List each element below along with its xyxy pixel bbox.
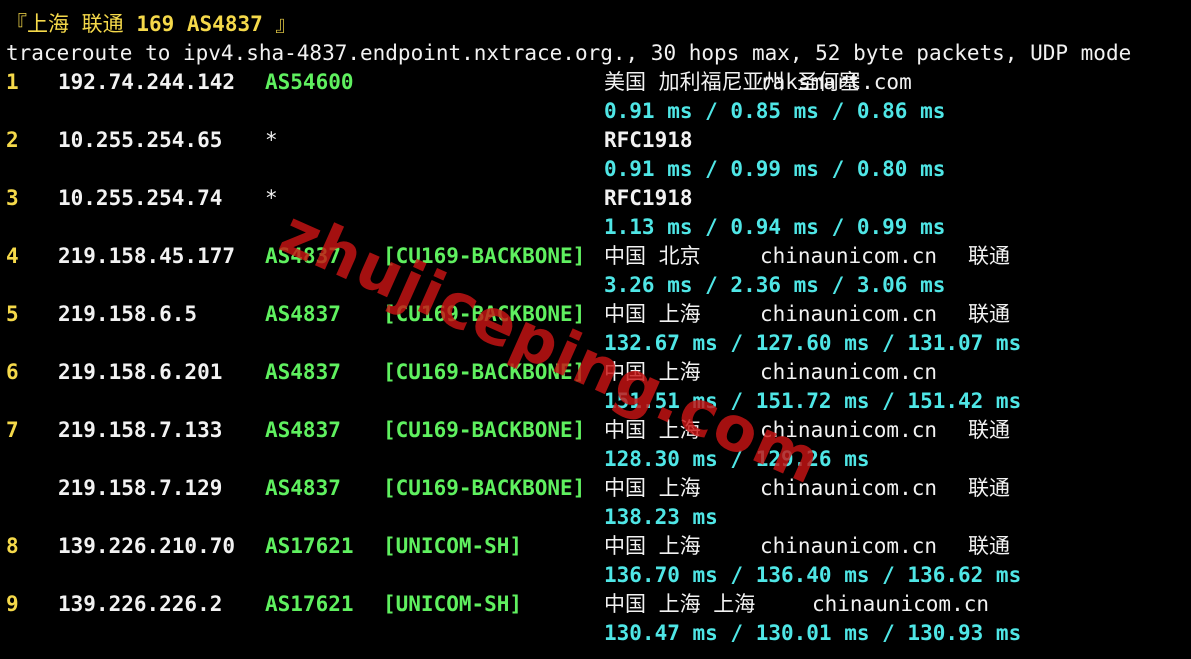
header-bracket-open: 『 — [6, 12, 27, 36]
hop-row: 6 219.158.6.201 AS4837 [CU169-BACKBONE] 中国 上… — [6, 358, 1191, 387]
hop-isp: 联通 — [968, 244, 1010, 268]
hop-number: 8 — [6, 534, 19, 558]
hop-asn: AS4837 — [265, 476, 341, 500]
hop-rtt-row: 138.23 ms — [6, 503, 1191, 532]
hop-rtt: 130.47 ms / 130.01 ms / 130.93 ms — [604, 621, 1022, 645]
hop-rtt-row: 151.51 ms / 151.72 ms / 151.42 ms — [6, 387, 1191, 416]
hop-rtt: 128.30 ms / 129.26 ms — [604, 447, 870, 471]
hop-geo: RFC1918 — [604, 128, 693, 152]
hop-asn: AS17621 — [265, 592, 354, 616]
hop-tag: [CU169-BACKBONE] — [383, 418, 586, 442]
hop-tag: [CU169-BACKBONE] — [383, 476, 586, 500]
hop-row: 8 139.226.210.70 AS17621 [UNICOM-SH] 中国 上海 ch… — [6, 532, 1191, 561]
hop-geo: 中国 上海 上海 — [604, 592, 756, 616]
hop-geo: 中国 上海 — [604, 418, 701, 442]
header-location: 上海 联通 — [27, 12, 124, 36]
hop-number: 7 — [6, 418, 19, 442]
hop-tag: [CU169-BACKBONE] — [383, 302, 586, 326]
hop-host: chinaunicom.cn — [760, 534, 938, 558]
hop-rtt: 0.91 ms / 0.85 ms / 0.86 ms — [604, 99, 946, 123]
hop-host: chinaunicom.cn — [760, 244, 938, 268]
hop-ip: 10.255.254.74 — [58, 186, 223, 210]
hop-rtt: 136.70 ms / 136.40 ms / 136.62 ms — [604, 563, 1022, 587]
hop-tag: [UNICOM-SH] — [383, 592, 523, 616]
hop-number: 2 — [6, 128, 19, 152]
hop-isp: 联通 — [968, 418, 1010, 442]
header-bracket-close: 』 — [275, 12, 297, 36]
hop-geo: 中国 上海 — [604, 302, 701, 326]
hop-ip: 219.158.7.133 — [58, 418, 223, 442]
hop-host: raksmart.com — [760, 70, 912, 94]
hop-tag: [UNICOM-SH] — [383, 534, 523, 558]
hop-row: 3 10.255.254.74 * RFC1918 — [6, 184, 1191, 213]
hop-rtt-row: 130.47 ms / 130.01 ms / 130.93 ms — [6, 619, 1191, 648]
hop-rtt-row: 128.30 ms / 129.26 ms — [6, 445, 1191, 474]
hop-host: chinaunicom.cn — [760, 476, 938, 500]
hop-number: 4 — [6, 244, 19, 268]
hop-rtt-row: 1.13 ms / 0.94 ms / 0.99 ms — [6, 213, 1191, 242]
hop-number: 5 — [6, 302, 19, 326]
hop-ip: 219.158.6.201 — [58, 360, 223, 384]
command-line: traceroute to ipv4.sha-4837.endpoint.nxt… — [6, 41, 1132, 65]
hop-ip: 139.226.226.2 — [58, 592, 223, 616]
hop-ip: 10.255.254.65 — [58, 128, 223, 152]
hop-row: 2 10.255.254.65 * RFC1918 — [6, 126, 1191, 155]
hop-ip: 219.158.7.129 — [58, 476, 223, 500]
hop-asn: AS4837 — [265, 360, 341, 384]
hop-rtt: 1.13 ms / 0.94 ms / 0.99 ms — [604, 215, 946, 239]
hop-geo: 中国 北京 — [604, 244, 701, 268]
hop-row: 7 219.158.7.133 AS4837 [CU169-BACKBONE] 中国 上… — [6, 416, 1191, 445]
hop-number: 6 — [6, 360, 19, 384]
hop-row: 219.158.7.129 AS4837 [CU169-BACKBONE] 中国 上海… — [6, 474, 1191, 503]
hop-number: 1 — [6, 70, 19, 94]
hop-host: chinaunicom.cn — [760, 360, 938, 384]
hop-row: 9 139.226.226.2 AS17621 [UNICOM-SH] 中国 上海 上海… — [6, 590, 1191, 619]
hop-rtt-row: 0.91 ms / 0.99 ms / 0.80 ms — [6, 155, 1191, 184]
hop-geo: 中国 上海 — [604, 360, 701, 384]
hop-rtt: 0.91 ms / 0.99 ms / 0.80 ms — [604, 157, 946, 181]
hop-ip: 219.158.45.177 — [58, 244, 236, 268]
hop-row: 5 219.158.6.5 AS4837 [CU169-BACKBONE] 中国 上海 c… — [6, 300, 1191, 329]
hop-rtt: 3.26 ms / 2.36 ms / 3.06 ms — [604, 273, 946, 297]
hop-host: chinaunicom.cn — [760, 302, 938, 326]
hop-isp: 联通 — [968, 302, 1010, 326]
hop-ip: 192.74.244.142 — [58, 70, 236, 94]
hop-geo: RFC1918 — [604, 186, 693, 210]
hop-tag: [CU169-BACKBONE] — [383, 244, 586, 268]
hop-host: chinaunicom.cn — [760, 418, 938, 442]
header-route-id: 169 AS4837 — [136, 12, 263, 36]
hop-rtt: 138.23 ms — [604, 505, 718, 529]
hop-geo: 中国 上海 — [604, 476, 701, 500]
hop-rtt-row: 0.91 ms / 0.85 ms / 0.86 ms — [6, 97, 1191, 126]
trace-header: 『上海 联通 169 AS4837 』 — [6, 10, 1191, 39]
hop-geo: 中国 上海 — [604, 534, 701, 558]
hop-asn: * — [265, 128, 278, 152]
hop-asn: AS4837 — [265, 418, 341, 442]
hop-number: 3 — [6, 186, 19, 210]
hop-rtt-row: 136.70 ms / 136.40 ms / 136.62 ms — [6, 561, 1191, 590]
hop-rtt: 151.51 ms / 151.72 ms / 151.42 ms — [604, 389, 1022, 413]
hop-asn: * — [265, 186, 278, 210]
hop-host: chinaunicom.cn — [812, 592, 990, 616]
hop-ip: 219.158.6.5 — [58, 302, 198, 326]
hop-tag: [CU169-BACKBONE] — [383, 360, 586, 384]
hop-asn: AS4837 — [265, 244, 341, 268]
hop-asn: AS54600 — [265, 70, 354, 94]
hop-isp: 联通 — [968, 534, 1010, 558]
hop-asn: AS17621 — [265, 534, 354, 558]
hop-number: 9 — [6, 592, 19, 616]
hop-rtt: 132.67 ms / 127.60 ms / 131.07 ms — [604, 331, 1022, 355]
hop-rtt-row: 3.26 ms / 2.36 ms / 3.06 ms — [6, 271, 1191, 300]
hop-ip: 139.226.210.70 — [58, 534, 236, 558]
hop-row: 4 219.158.45.177 AS4837 [CU169-BACKBONE] 中国 … — [6, 242, 1191, 271]
hop-asn: AS4837 — [265, 302, 341, 326]
hop-row: 1 192.74.244.142 AS54600 美国 加利福尼亚州 圣何塞 raksm… — [6, 68, 1191, 97]
hop-isp: 联通 — [968, 476, 1010, 500]
terminal-output: 『上海 联通 169 AS4837 』 traceroute to ipv4.s… — [6, 10, 1191, 659]
hop-rtt-row: 132.67 ms / 127.60 ms / 131.07 ms — [6, 329, 1191, 358]
hop-list: 1 192.74.244.142 AS54600 美国 加利福尼亚州 圣何塞 raksm… — [6, 68, 1191, 648]
